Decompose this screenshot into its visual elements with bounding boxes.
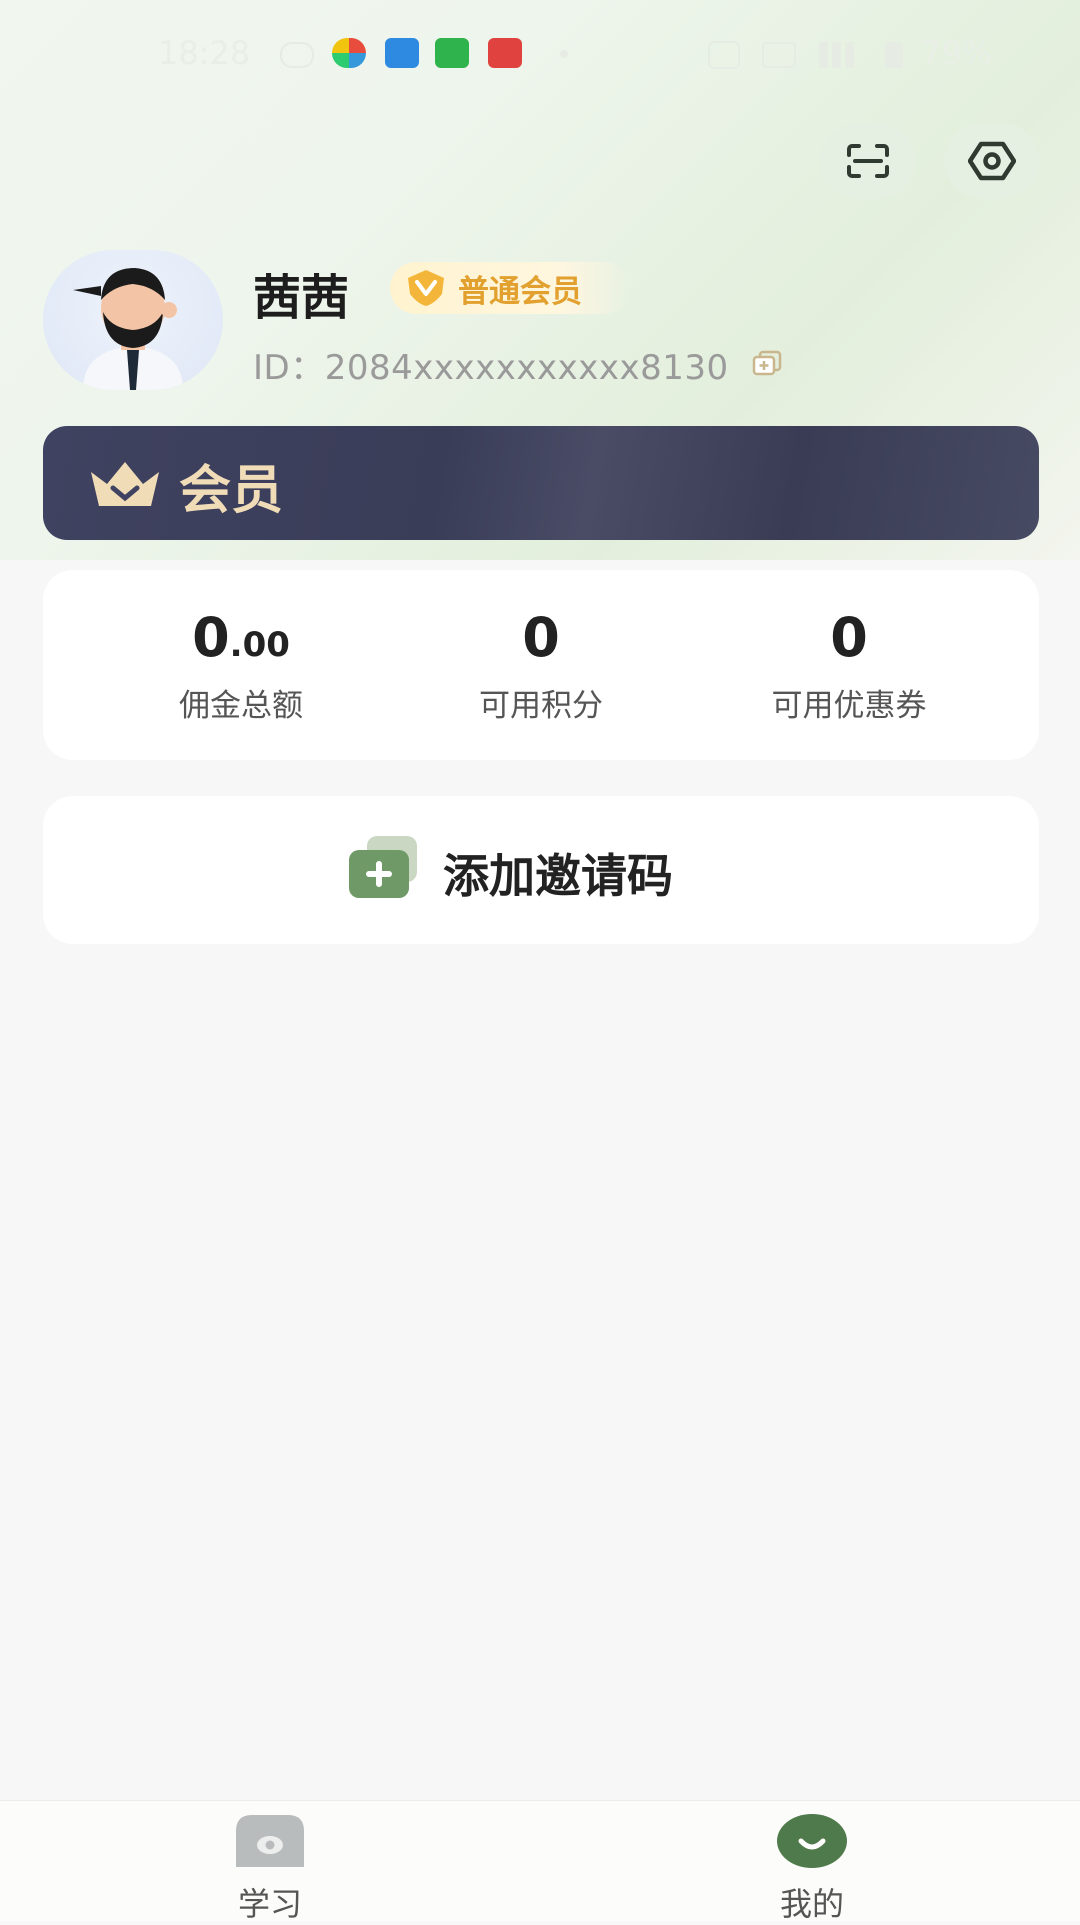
mute-icon: [708, 41, 741, 69]
stat-value: 0: [391, 606, 691, 672]
status-right: 79%: [708, 34, 992, 72]
app-notification-icon: [435, 38, 469, 68]
mine-icon: [777, 1814, 847, 1868]
stat-commission[interactable]: 0.00 佣金总额: [91, 606, 391, 725]
stats-card: 0.00 佣金总额 0 可用积分 0 可用优惠券: [43, 570, 1039, 760]
user-id: ID：2084xxxxxxxxxxx8130: [253, 340, 729, 389]
nav-item-study[interactable]: 学习: [190, 1813, 350, 1925]
stat-value: 0: [699, 606, 999, 672]
bottom-nav: 学习 我的: [0, 1800, 1080, 1923]
scan-icon: [847, 144, 889, 178]
member-level-label: 普通会员: [458, 273, 582, 310]
stat-label: 可用优惠券: [771, 688, 927, 724]
stat-label: 可用积分: [479, 688, 603, 724]
stat-label: 佣金总额: [179, 688, 303, 724]
user-id-value: 2084xxxxxxxxxxx8130: [324, 348, 729, 388]
crown-icon: [91, 462, 159, 506]
copy-icon[interactable]: [752, 350, 782, 376]
user-id-label: ID：: [253, 348, 325, 388]
hd-icon: [762, 42, 797, 68]
stat-value-dec: .00: [229, 625, 290, 665]
member-level-badge[interactable]: 普通会员: [390, 262, 630, 314]
settings-button[interactable]: [944, 123, 1040, 199]
study-icon: [236, 1815, 304, 1867]
stat-coupons[interactable]: 0 可用优惠券: [699, 606, 999, 725]
battery-level: 79%: [920, 34, 992, 72]
status-bar: 18:28 79%: [0, 0, 1080, 110]
status-time: 18:28: [158, 34, 251, 72]
stat-value-int: 0: [522, 606, 560, 669]
stat-value-int: 0: [830, 606, 868, 669]
member-banner[interactable]: 会员: [43, 426, 1039, 540]
add-invite-icon: [349, 836, 417, 898]
nav-label-study: 学习: [237, 1885, 302, 1923]
avatar-illustration: [73, 268, 183, 390]
stat-value-int: 0: [192, 606, 230, 669]
music-app-icon: [488, 38, 522, 68]
app-notification-icon: [385, 38, 419, 68]
add-invite-code-label: 添加邀请码: [443, 849, 673, 903]
stat-value: 0.00: [91, 606, 391, 672]
user-name: 茜茜: [253, 270, 350, 326]
dot-icon: [560, 50, 568, 58]
gear-icon: [968, 141, 1016, 181]
member-banner-label: 会员: [179, 461, 284, 521]
avatar[interactable]: [43, 250, 223, 390]
scan-button[interactable]: [820, 123, 916, 199]
battery-icon: [884, 42, 903, 68]
cloud-icon: [280, 42, 314, 68]
nav-label-mine: 我的: [779, 1885, 844, 1923]
signal-icon: [818, 42, 863, 68]
vip-shield-icon: [408, 270, 444, 306]
nav-item-mine[interactable]: 我的: [732, 1813, 892, 1925]
app-notification-icon: [332, 38, 366, 68]
add-invite-code-button[interactable]: 添加邀请码: [43, 796, 1039, 944]
stat-points[interactable]: 0 可用积分: [391, 606, 691, 725]
